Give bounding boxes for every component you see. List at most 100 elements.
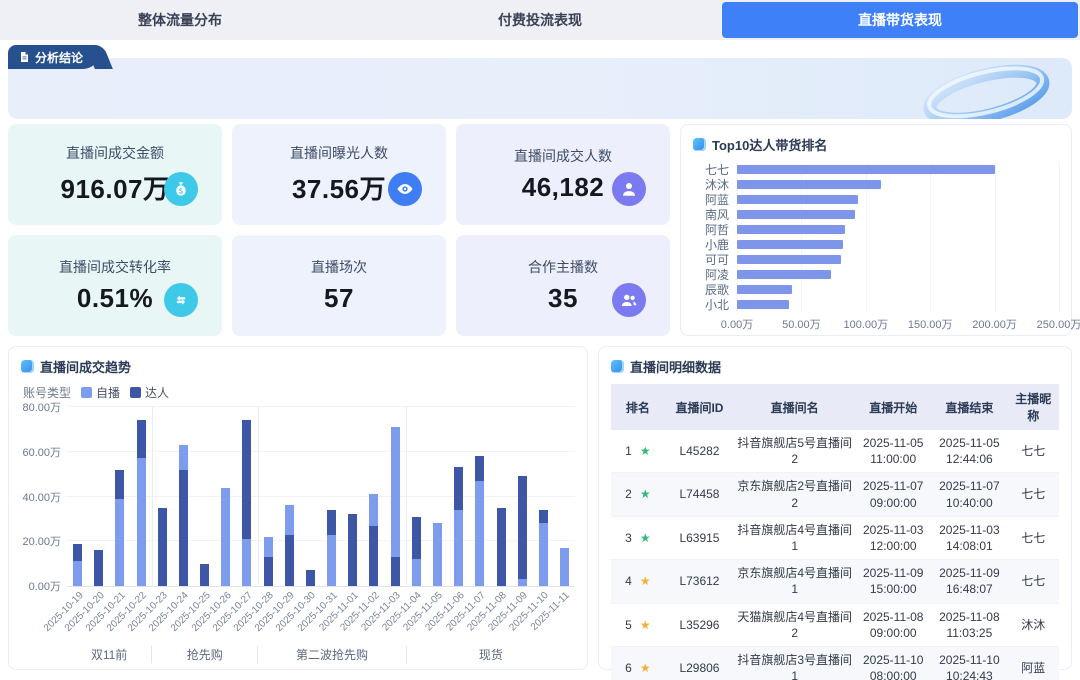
rank-cell: 3★	[611, 516, 665, 559]
legend-swatch	[81, 387, 92, 398]
segment-自播	[327, 535, 336, 586]
table-row: 2★L74458京东旗舰店2号直播间22025-11-07 09:00:0020…	[611, 473, 1059, 516]
trend-x-labels: 2025-10-192025-10-202025-10-212025-10-22…	[67, 587, 575, 643]
kpi-value: 46,182	[522, 172, 605, 203]
kpi-grid: 直播间成交金额916.07万直播间曝光人数37.56万直播间成交人数46,182…	[8, 124, 670, 336]
column-header-直播间名: 直播间名	[734, 384, 855, 430]
legend-label: 达人	[145, 384, 169, 401]
users-icon	[612, 283, 646, 317]
rank-number: 5	[625, 617, 632, 633]
anchor-name-cell: 七七	[1007, 430, 1059, 473]
room-name-cell: 抖音旗舰店4号直播间1	[734, 516, 855, 559]
legend-swatch	[130, 387, 141, 398]
exchange-icon	[164, 283, 198, 317]
period-label-现货: 现货	[406, 646, 575, 663]
tab-直播带货表现[interactable]: 直播带货表现	[722, 2, 1078, 38]
end-time-cell: 2025-11-08 11:03:25	[931, 603, 1007, 646]
tab-付费投流表现[interactable]: 付费投流表现	[362, 2, 718, 38]
bar-2025-10-21	[109, 407, 130, 586]
kpi-value: 37.56万	[292, 169, 386, 206]
segment-达人	[158, 508, 167, 586]
top10-bar	[737, 255, 841, 264]
top10-row: 小鹿	[693, 237, 1059, 252]
top10-bar-chart: 七七沐沐阿蓝南风阿哲小鹿可可阿凌辰歌小北	[693, 162, 1059, 312]
anchor-name-cell: 沐沐	[1007, 603, 1059, 646]
kpi-label: 合作主播数	[528, 257, 598, 277]
top10-title-row: Top10达人带货排名	[693, 135, 1059, 154]
y-tick-label: 80.00万	[22, 399, 61, 415]
segment-达人	[179, 470, 188, 586]
bar-2025-11-07	[469, 407, 490, 586]
table-row: 3★L63915抖音旗舰店4号直播间12025-11-03 12:00:0020…	[611, 516, 1059, 559]
segment-自播	[179, 445, 188, 470]
top10-bar-track	[737, 237, 1059, 252]
top10-category-label: 小北	[693, 296, 729, 313]
top-tabbar: 整体流量分布付费投流表现直播带货表现	[0, 0, 1080, 40]
rank-medal-icon: ★	[640, 530, 651, 546]
column-header-直播开始: 直播开始	[855, 384, 931, 430]
y-tick-label: 0.00万	[29, 578, 61, 594]
top10-bar-track	[737, 207, 1059, 222]
anchor-name-cell: 七七	[1007, 560, 1059, 603]
start-time-cell: 2025-11-03 12:00:00	[855, 516, 931, 559]
segment-自播	[73, 561, 82, 586]
end-time-cell: 2025-11-09 16:48:07	[931, 560, 1007, 603]
bar-2025-11-04	[406, 407, 427, 586]
scroll-icon	[18, 51, 30, 63]
ring-decoration	[908, 64, 1058, 119]
top10-row: 沐沐	[693, 177, 1059, 192]
segment-达人	[73, 544, 82, 562]
legend-label: 自播	[96, 384, 120, 401]
bar-2025-10-30	[300, 407, 321, 586]
x-tick-label: 250.00万	[1037, 316, 1080, 332]
top10-bar	[737, 165, 995, 174]
table-row: 6★L29806抖音旗舰店3号直播间12025-11-10 08:00:0020…	[611, 646, 1059, 680]
top10-row: 阿哲	[693, 222, 1059, 237]
period-label-双11前: 双11前	[67, 646, 151, 663]
legend-item-自播: 自播	[81, 384, 120, 401]
anchor-name-cell: 七七	[1007, 516, 1059, 559]
bar-2025-11-05	[427, 407, 448, 586]
room-id-cell: L29806	[665, 646, 734, 680]
end-time-cell: 2025-11-03 14:08:01	[931, 516, 1007, 559]
y-tick-label: 60.00万	[22, 444, 61, 460]
table-title-row: 直播间明细数据	[611, 357, 1059, 376]
top10-ranking-panel: Top10达人带货排名 七七沐沐阿蓝南风阿哲小鹿可可阿凌辰歌小北 0.00万50…	[680, 124, 1072, 336]
trend-legend: 账号类型 自播达人	[23, 384, 575, 401]
top10-row: 南风	[693, 207, 1059, 222]
bar-2025-10-23	[152, 407, 173, 586]
top10-row: 七七	[693, 162, 1059, 177]
kpi-label: 直播间成交金额	[66, 143, 164, 163]
segment-自播	[475, 481, 484, 586]
kpi-value: 57	[324, 283, 354, 314]
x-tick-label: 50.00万	[782, 316, 821, 332]
start-time-cell: 2025-11-07 09:00:00	[855, 473, 931, 516]
period-label-第二波抢先购: 第二波抢先购	[257, 646, 405, 663]
segment-达人	[369, 526, 378, 586]
rank-cell: 5★	[611, 603, 665, 646]
x-tick-label: 200.00万	[972, 316, 1017, 332]
y-tick-label: 20.00万	[22, 533, 61, 549]
tab-整体流量分布[interactable]: 整体流量分布	[2, 2, 358, 38]
top10-bar-track	[737, 222, 1059, 237]
bar-2025-11-01	[342, 407, 363, 586]
top10-bar-track	[737, 297, 1059, 312]
end-time-cell: 2025-11-10 10:24:43	[931, 646, 1007, 680]
gridline	[1059, 162, 1060, 312]
top10-title: Top10达人带货排名	[712, 135, 827, 154]
top10-bar-track	[737, 192, 1059, 207]
segment-自播	[285, 505, 294, 534]
bar-2025-11-10	[533, 407, 554, 586]
room-id-cell: L45282	[665, 430, 734, 473]
money-bag-icon	[164, 172, 198, 206]
bar-2025-10-25	[194, 407, 215, 586]
top10-x-axis: 0.00万50.00万100.00万150.00万200.00万250.00万	[737, 316, 1059, 332]
start-time-cell: 2025-11-05 11:00:00	[855, 430, 931, 473]
bar-2025-10-31	[321, 407, 342, 586]
bars-container	[67, 407, 575, 586]
trend-group-labels: 双11前抢先购第二波抢先购现货	[67, 643, 575, 665]
top10-bar-track	[737, 177, 1059, 192]
top10-row: 阿蓝	[693, 192, 1059, 207]
segment-达人	[539, 510, 548, 523]
rank-cell: 6★	[611, 646, 665, 680]
